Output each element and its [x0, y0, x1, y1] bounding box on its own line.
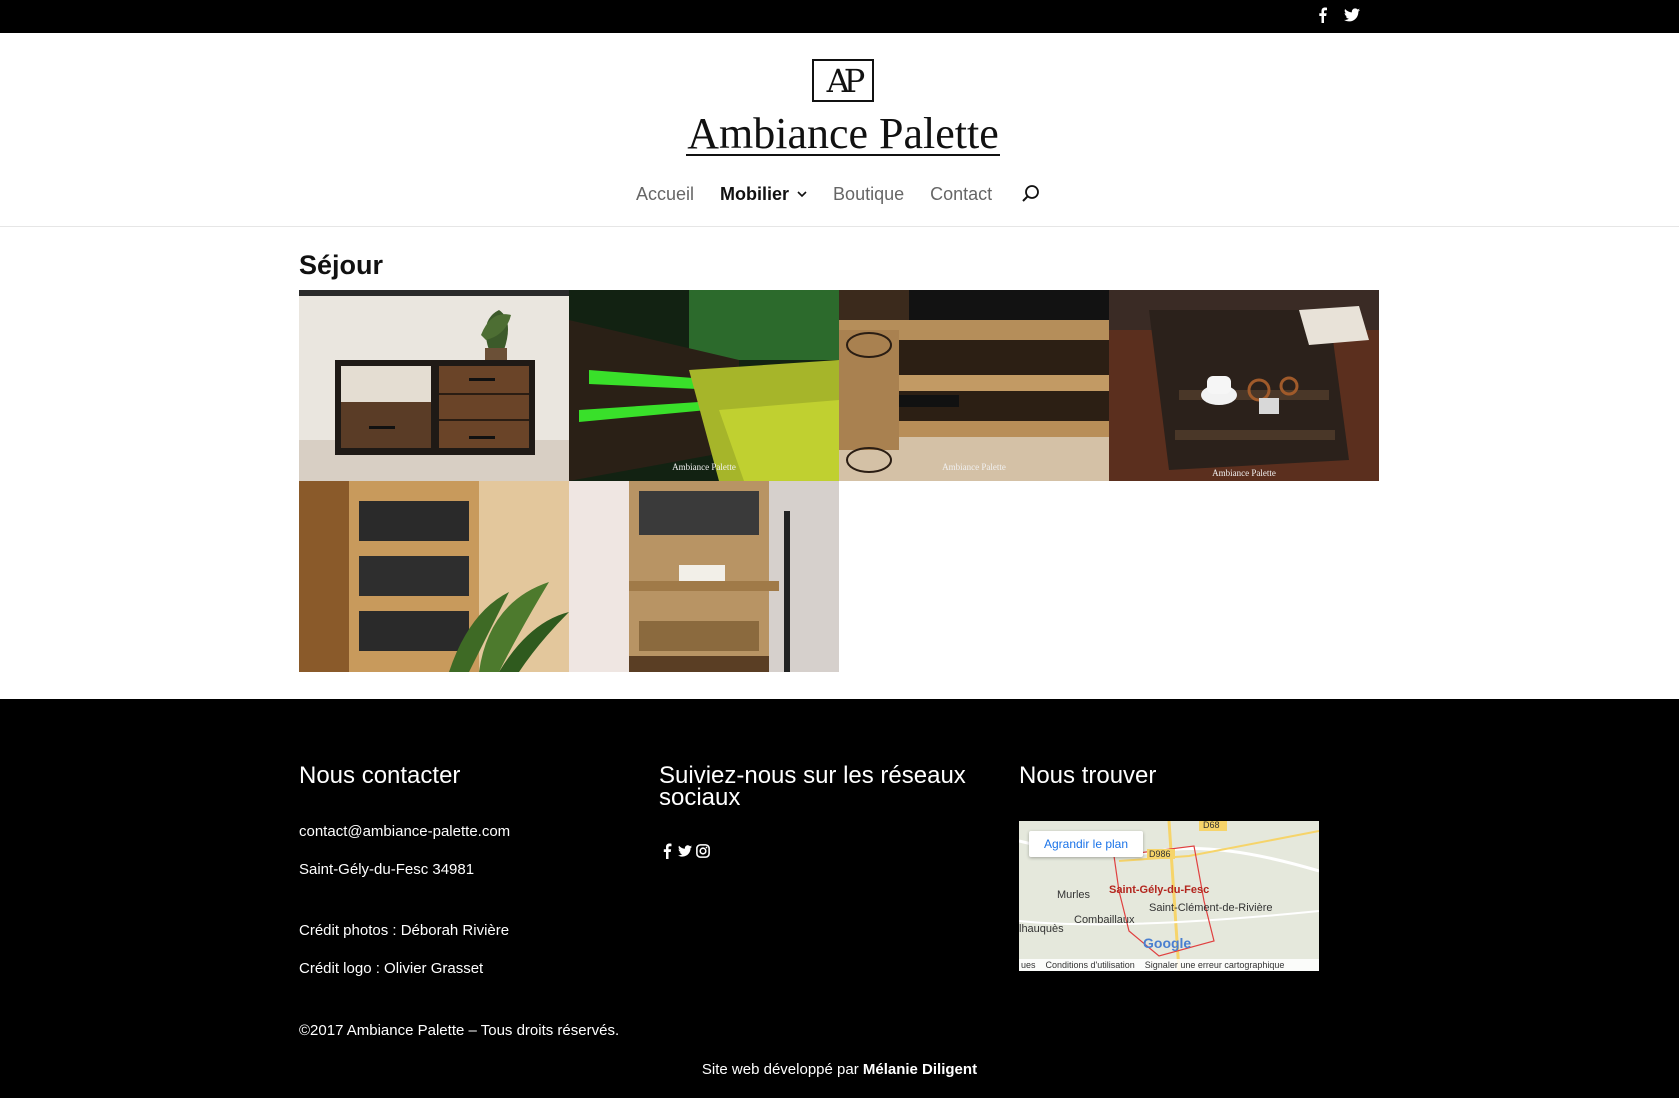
footer-photo-credit: Crédit photos : Déborah Rivière — [299, 922, 510, 939]
logo-monogram-text: AP — [826, 61, 866, 100]
gallery-item-desk-shelf[interactable] — [569, 481, 839, 672]
logo-monogram[interactable]: AP — [812, 59, 874, 102]
chevron-down-icon — [797, 191, 807, 198]
twitter-icon[interactable] — [678, 843, 692, 859]
map-road-d68: D68 — [1203, 821, 1220, 830]
site-header: AP Ambiance Palette Accueil Mobilier Bou… — [0, 33, 1679, 227]
nav-item-contact[interactable]: Contact — [930, 184, 992, 205]
map-google-logo: Google — [1143, 935, 1192, 951]
search-icon[interactable] — [1020, 183, 1042, 205]
map-enlarge-button[interactable]: Agrandir le plan — [1029, 831, 1143, 857]
watermark-text: Ambiance Palette — [672, 462, 736, 472]
map-label-saint-gely: Saint-Gély-du-Fesc — [1109, 884, 1210, 896]
footer-social-title: Suiviez-nous sur les réseaux sociaux — [659, 762, 966, 811]
map-label-saint-clement: Saint-Clément-de-Rivière — [1149, 902, 1273, 914]
nav-item-mobilier[interactable]: Mobilier — [720, 184, 807, 205]
nav-item-mobilier-label: Mobilier — [720, 183, 790, 204]
watermark-text: Ambiance Palette — [942, 462, 1006, 472]
gallery-item-dresser[interactable] — [299, 290, 569, 481]
gallery-item-dvd-shelf[interactable] — [299, 481, 569, 672]
dark-shelf-photo: Ambiance Palette — [1109, 290, 1379, 481]
embedded-map[interactable]: Agrandir le plan D68 D986 Murles Saint-G… — [1019, 821, 1319, 971]
top-social-links — [1314, 6, 1360, 24]
map-road-d986: D986 — [1149, 849, 1171, 859]
gallery: Ambiance Palette Ambiance Palette Ambian… — [299, 290, 1379, 673]
gallery-item-dark-shelf[interactable]: Ambiance Palette — [1109, 290, 1379, 481]
map-label-lhauques: lhauquès — [1019, 923, 1064, 935]
footer-contact-title: Nous contacter — [299, 762, 461, 789]
nav-item-boutique[interactable]: Boutique — [833, 184, 904, 205]
nav-item-accueil[interactable]: Accueil — [636, 184, 694, 205]
map-label-murles: Murles — [1057, 889, 1091, 901]
bottom-credit: Site web développé par Mélanie Diligent — [0, 1061, 1679, 1078]
footer-map-title: Nous trouver — [1019, 762, 1157, 789]
footer-copyright: ©2017 Ambiance Palette – Tous droits rés… — [299, 1022, 620, 1039]
instagram-icon[interactable] — [696, 843, 710, 859]
map-label-combaillaux: Combaillaux — [1074, 914, 1135, 926]
map-terms-link[interactable]: Conditions d'utilisation — [1046, 960, 1135, 970]
footer-social-links — [660, 843, 710, 859]
dresser-photo — [299, 290, 569, 481]
credit-prefix: Site web développé par — [701, 1061, 859, 1078]
dvd-shelf-photo — [299, 481, 569, 672]
facebook-icon[interactable] — [1314, 6, 1330, 24]
logo-underline — [686, 154, 1000, 156]
gallery-item-bench[interactable]: Ambiance Palette — [569, 290, 839, 481]
main-nav: Accueil Mobilier Boutique Contact — [636, 183, 1042, 205]
gallery-item-tv-stand[interactable]: Ambiance Palette — [839, 290, 1109, 481]
credit-name[interactable]: Mélanie Diligent — [863, 1061, 977, 1078]
twitter-icon[interactable] — [1344, 6, 1360, 24]
footer-address: Saint-Gély-du-Fesc 34981 — [299, 861, 475, 878]
bench-photo: Ambiance Palette — [569, 290, 839, 481]
logo-text[interactable]: Ambiance Palette — [680, 108, 1006, 159]
footer-email[interactable]: contact@ambiance-palette.com — [299, 823, 510, 840]
map-footer: ues Conditions d'utilisation Signaler un… — [1019, 959, 1319, 971]
tv-stand-photo: Ambiance Palette — [839, 290, 1109, 481]
page-title: Séjour — [299, 250, 384, 280]
site-footer: Nous contacter contact@ambiance-palette.… — [0, 699, 1679, 1098]
desk-shelf-photo — [569, 481, 839, 672]
footer-logo-credit: Crédit logo : Olivier Grasset — [299, 960, 484, 977]
watermark-text: Ambiance Palette — [1212, 468, 1276, 478]
map-report-link[interactable]: Signaler une erreur cartographique — [1145, 960, 1285, 970]
map-footer-left: ues — [1021, 960, 1036, 970]
facebook-icon[interactable] — [660, 843, 674, 859]
top-bar — [0, 0, 1679, 33]
